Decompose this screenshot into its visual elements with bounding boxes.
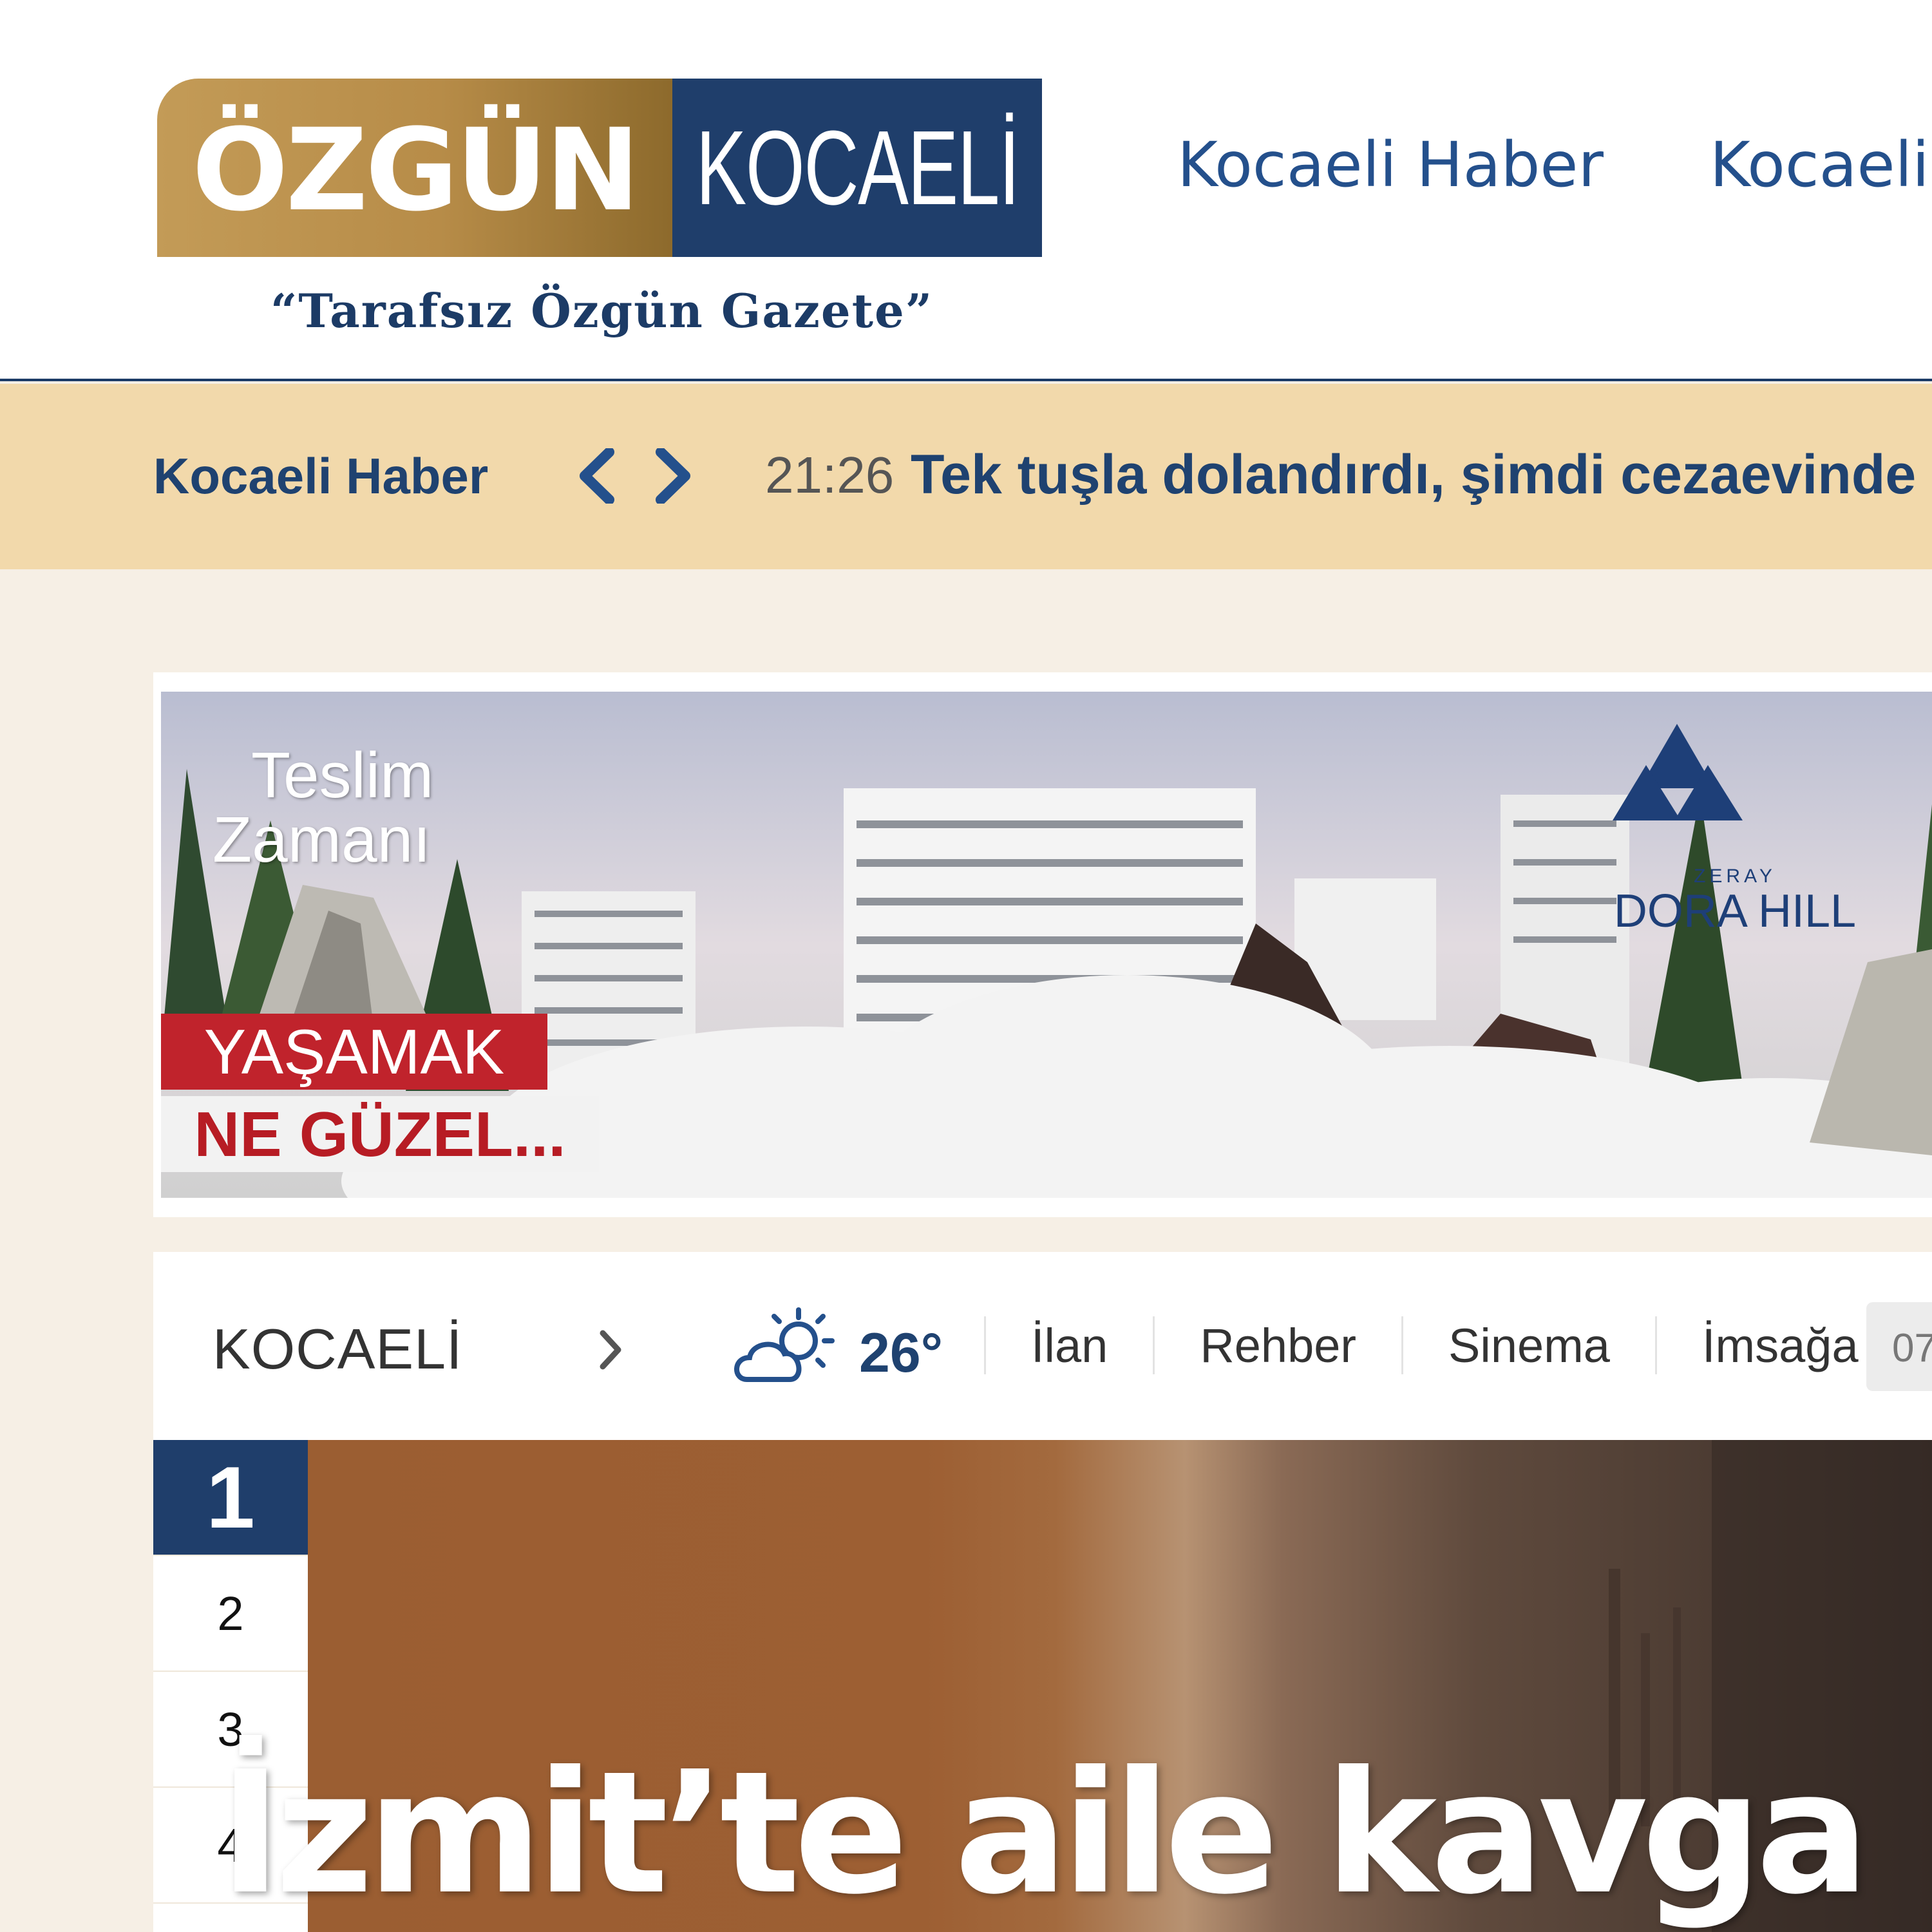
ticker-label: Kocaeli Haber: [153, 448, 489, 504]
site-logo[interactable]: ÖZGÜN KOCAELİ: [157, 79, 1042, 257]
logo-kocaeli-text: KOCAELİ: [696, 108, 1019, 227]
nav-item-kocaelispor[interactable]: Kocaelis: [1710, 129, 1932, 201]
site-slogan: “Tarafsız Özgün Gazete”: [270, 283, 934, 338]
main-nav: Kocaeli Haber Kocaelis: [1177, 129, 1932, 201]
partly-cloudy-icon: [734, 1307, 835, 1382]
ticker-controls: [567, 440, 703, 511]
temperature-value: 26°: [859, 1322, 943, 1384]
slider-page-1[interactable]: 1: [153, 1440, 308, 1556]
ad-brand-panel: ZERAY DORA HILL: [1580, 692, 1889, 1052]
banner-ad[interactable]: Teslim Zamanı YAŞAMAK NE GÜZEL... ZERAY …: [161, 692, 1932, 1198]
ticker-prev-button[interactable]: [567, 440, 626, 511]
ad-yasamak-label: YAŞAMAK: [161, 1014, 547, 1090]
chevron-right-icon[interactable]: [591, 1324, 630, 1376]
ad-teslim-line2: Zamanı: [213, 804, 431, 876]
nav-item-kocaeli-haber[interactable]: Kocaeli Haber: [1177, 129, 1604, 201]
logo-kocaeli-block: KOCAELİ: [672, 79, 1042, 257]
link-sinema[interactable]: Sinema: [1403, 1318, 1655, 1373]
logo-ozgun-text: ÖZGÜN: [157, 79, 672, 257]
site-header: ÖZGÜN KOCAELİ “Tarafsız Özgün Gazete” Ko…: [0, 0, 1932, 381]
prayer-time-box: 07: [1866, 1302, 1932, 1391]
chevron-left-icon: [580, 448, 614, 504]
city-selector-label[interactable]: KOCAELİ: [213, 1316, 462, 1382]
info-links: İlan Rehber Sinema İmsağa: [984, 1297, 1904, 1394]
ad-brand-name: DORA HILL: [1613, 886, 1857, 937]
ticker-headline-link[interactable]: Tek tuşla dolandırdı, şimdi cezaevinde: [911, 443, 1916, 507]
link-rehber[interactable]: Rehber: [1155, 1318, 1401, 1373]
ticker-time: 21:26: [765, 446, 895, 504]
slider-headline[interactable]: İzmit’te aile kavga: [219, 1735, 1870, 1931]
ad-ne-guzel-label: NE GÜZEL...: [161, 1096, 599, 1172]
link-ilan[interactable]: İlan: [986, 1318, 1153, 1373]
ad-brand-small: ZERAY: [1694, 866, 1776, 887]
slider-page-2[interactable]: 2: [153, 1556, 308, 1672]
news-ticker: Kocaeli Haber 21:26 Tek tuşla dolandırdı…: [0, 384, 1932, 569]
info-bar: KOCAELİ 26° İlan Rehber Sinema İmsağa 07: [153, 1252, 1932, 1441]
ticker-next-button[interactable]: [644, 440, 703, 511]
banner-ad-frame: Teslim Zamanı YAŞAMAK NE GÜZEL... ZERAY …: [153, 672, 1932, 1217]
ad-teslim-text: Teslim Zamanı: [213, 743, 433, 872]
ad-teslim-line1: Teslim: [251, 739, 434, 811]
chevron-right-icon: [656, 448, 690, 504]
